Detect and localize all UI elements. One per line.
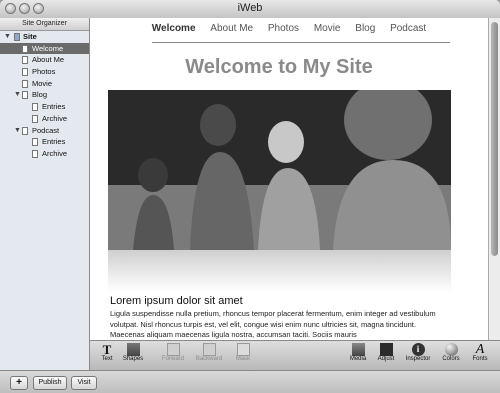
vertical-scrollbar[interactable] (488, 18, 500, 340)
sidebar-item-label: Entries (42, 102, 66, 112)
disclosure-triangle-icon[interactable]: ▼ (14, 89, 21, 101)
sidebar-item-photos[interactable]: Photos (0, 66, 89, 78)
nav-link-welcome[interactable]: Welcome (152, 23, 196, 34)
sidebar-item-label: About Me (32, 55, 65, 65)
nav-link-movie[interactable]: Movie (314, 23, 341, 34)
page-icon (22, 56, 28, 65)
sidebar-item-podcast[interactable]: ▼ Podcast (0, 125, 89, 137)
page-icon (22, 79, 28, 88)
title-bar: iWeb (0, 0, 500, 19)
publish-button[interactable]: Publish (33, 376, 67, 390)
text-tool[interactable]: T Text (100, 343, 114, 362)
nav-link-podcast[interactable]: Podcast (390, 23, 426, 34)
sidebar-item-label: Podcast (32, 125, 60, 135)
sidebar-item-label: Movie (32, 78, 53, 88)
page-icon (22, 91, 28, 100)
visit-button[interactable]: Visit (71, 376, 97, 390)
sidebar-item-label: Entries (42, 137, 66, 147)
fonts-button[interactable]: A Fonts (470, 342, 490, 363)
adjust-button[interactable]: Adjust (376, 343, 396, 362)
nav-link-about-me[interactable]: About Me (210, 23, 253, 34)
list-icon (32, 138, 38, 147)
inspector-button[interactable]: i Inspector (404, 343, 432, 362)
send-backward-icon (202, 343, 216, 356)
inspector-label: Inspector (405, 356, 431, 362)
sidebar-item-label: Blog (32, 90, 48, 100)
sidebar-item-about-me[interactable]: About Me (0, 54, 89, 66)
backward-button[interactable]: Backward (194, 343, 224, 362)
sidebar-item-movie[interactable]: Movie (0, 78, 89, 90)
sidebar-item-site[interactable]: ▼ Site (0, 31, 89, 43)
sidebar-item-label: Archive (42, 113, 68, 123)
page-heading[interactable]: Welcome to My Site (90, 56, 468, 79)
sidebar-item-label: Archive (42, 148, 68, 158)
window-title: iWeb (237, 2, 263, 14)
bottom-bar: + Publish Visit (0, 370, 500, 393)
iweb-window: iWeb Site Organizer ▼ Site Welcome About… (0, 0, 500, 393)
hero-photo[interactable] (108, 90, 451, 250)
forward-label: Forward (161, 356, 184, 362)
mask-button[interactable]: Mask (234, 343, 252, 362)
mask-label: Mask (235, 356, 251, 362)
add-page-button[interactable]: + (10, 376, 28, 390)
sidebar-item-label: Welcome (32, 43, 64, 53)
text-icon: T (102, 342, 112, 357)
shapes-tool[interactable]: Shapes (122, 343, 144, 362)
adjust-icon (379, 343, 393, 356)
disclosure-triangle-icon[interactable]: ▼ (4, 31, 11, 43)
list-icon (32, 114, 38, 123)
nav-link-blog[interactable]: Blog (355, 23, 375, 34)
sidebar-item-podcast-entries[interactable]: Entries (0, 136, 89, 148)
fonts-label: Fonts (472, 356, 488, 362)
media-label: Media (349, 356, 367, 362)
bring-forward-icon (166, 343, 180, 356)
site-navigation: Welcome About Me Photos Movie Blog Podca… (90, 23, 488, 34)
fonts-icon: A (475, 342, 485, 357)
content-body-text[interactable]: Ligula suspendisse nulla pretium, rhoncu… (110, 309, 452, 340)
page-icon (22, 126, 28, 135)
colors-label: Colors (442, 356, 460, 362)
media-icon (351, 343, 365, 356)
sidebar-item-podcast-archive[interactable]: Archive (0, 148, 89, 160)
list-icon (32, 149, 38, 158)
backward-label: Backward (195, 356, 223, 362)
content-subheading[interactable]: Lorem ipsum dolor sit amet (110, 295, 243, 307)
site-icon (14, 33, 20, 41)
mask-icon (236, 343, 250, 356)
site-organizer-sidebar: Site Organizer ▼ Site Welcome About Me P… (0, 18, 90, 370)
sidebar-header: Site Organizer (0, 18, 89, 31)
sidebar-item-blog-archive[interactable]: Archive (0, 113, 89, 125)
sidebar-item-label: Site (23, 32, 37, 41)
disclosure-triangle-icon[interactable]: ▼ (14, 125, 21, 137)
toolbar: T Text Shapes Forward Backward Mask Medi… (90, 340, 500, 371)
list-icon (32, 103, 38, 112)
shapes-icon (126, 343, 140, 356)
beach-photo-image (108, 90, 451, 250)
text-tool-label: Text (101, 356, 113, 362)
scrollbar-thumb[interactable] (491, 22, 498, 256)
shapes-tool-label: Shapes (122, 356, 144, 362)
colors-button[interactable]: Colors (440, 343, 462, 362)
adjust-label: Adjust (377, 356, 395, 362)
sidebar-item-blog[interactable]: ▼ Blog (0, 89, 89, 101)
color-wheel-icon (444, 343, 458, 356)
info-icon: i (411, 343, 425, 356)
sidebar-item-blog-entries[interactable]: Entries (0, 101, 89, 113)
page-icon (22, 68, 28, 77)
photo-reflection (108, 250, 451, 292)
sidebar-item-welcome[interactable]: Welcome (0, 42, 89, 55)
nav-divider (152, 42, 450, 43)
page-canvas[interactable]: Welcome About Me Photos Movie Blog Podca… (90, 18, 488, 340)
page-icon (22, 44, 28, 53)
forward-button[interactable]: Forward (160, 343, 186, 362)
sidebar-item-label: Photos (32, 67, 56, 77)
media-button[interactable]: Media (348, 343, 368, 362)
nav-link-photos[interactable]: Photos (268, 23, 299, 34)
